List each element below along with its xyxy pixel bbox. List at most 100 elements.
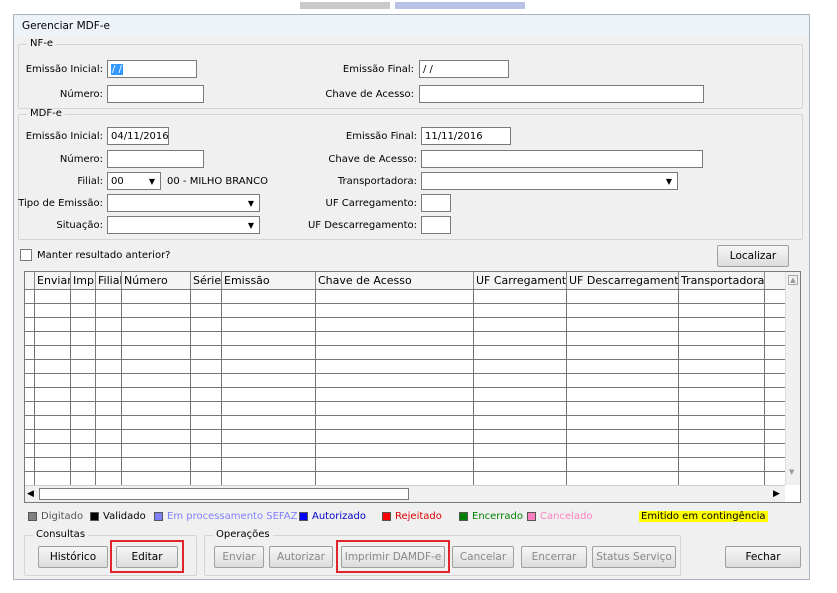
table-row — [25, 401, 785, 402]
blurred-text — [300, 2, 390, 9]
chevron-down-icon[interactable]: ▼ — [662, 174, 676, 188]
table-row — [25, 345, 785, 346]
nfe-emissao-final-label: Emissão Final: — [342, 64, 414, 75]
table-row — [25, 317, 785, 318]
legend-label: Cancelado — [540, 511, 593, 522]
table-row — [25, 457, 785, 458]
legend-item: Emitido em contingência — [639, 511, 768, 522]
grid-column-header[interactable]: Chave de Acesso — [316, 272, 474, 289]
legend-swatch — [382, 512, 391, 521]
status-servico-button[interactable]: Status Serviço — [592, 546, 676, 568]
mdfe-emissao-final-label: Emissão Final: — [345, 131, 417, 142]
vertical-scrollbar[interactable]: ▲ ▼ — [785, 272, 800, 485]
horizontal-scrollbar[interactable]: ◀ ▶ — [25, 485, 785, 502]
legend-item: Digitado — [28, 511, 83, 522]
encerrar-button[interactable]: Encerrar — [521, 546, 587, 568]
legend-label: Encerrado — [472, 511, 523, 522]
grid-column-header[interactable]: UF Descarregamento — [567, 272, 679, 289]
mdfe-results-grid[interactable]: Enviar Imp Filial Número Série Emissão Chave d… — [24, 271, 801, 503]
scroll-up-icon[interactable]: ▲ — [788, 275, 798, 285]
highlight-box-editar — [110, 540, 184, 573]
legend-item: Em processamento SEFAZ — [154, 511, 297, 522]
situacao-select[interactable]: ▼ — [107, 216, 260, 234]
horizontal-scroll-thumb[interactable] — [39, 488, 409, 500]
autorizar-button[interactable]: Autorizar — [269, 546, 333, 568]
filial-name: 00 - MILHO BRANCO — [167, 176, 268, 187]
nfe-numero-input[interactable] — [107, 85, 204, 103]
table-row — [25, 429, 785, 430]
window-title: Gerenciar MDF-e — [22, 20, 111, 32]
legend-label: Rejeitado — [395, 511, 442, 522]
grid-column-header[interactable]: Série — [191, 272, 222, 289]
mdfe-numero-label: Número: — [59, 154, 103, 165]
uf-carregamento-input[interactable] — [421, 194, 451, 212]
fechar-button[interactable]: Fechar — [725, 546, 801, 568]
legend-item: Rejeitado — [382, 511, 442, 522]
cancelar-button[interactable]: Cancelar — [452, 546, 514, 568]
consultas-legend: Consultas — [36, 529, 86, 540]
localizar-button[interactable]: Localizar — [717, 245, 789, 267]
scroll-left-icon[interactable]: ◀ — [27, 489, 34, 499]
grid-column-header[interactable]: Imp — [71, 272, 96, 289]
grid-column-header[interactable]: Enviar — [35, 272, 71, 289]
table-row — [25, 359, 785, 360]
legend-swatch — [28, 512, 37, 521]
background-strip — [0, 0, 837, 13]
legend-item: Cancelado — [527, 511, 592, 522]
legend-label: Emitido em contingência — [639, 511, 768, 522]
table-row — [25, 471, 785, 472]
legend-label: Digitado — [41, 511, 84, 522]
mdfe-emissao-inicial-label: Emissão Inicial: — [25, 131, 103, 142]
mdfe-chave-input[interactable] — [421, 150, 703, 168]
legend-swatch — [459, 512, 468, 521]
grid-column-header[interactable]: Filial — [96, 272, 122, 289]
enviar-button[interactable]: Enviar — [214, 546, 264, 568]
table-row — [25, 373, 785, 374]
historico-button[interactable]: Histórico — [38, 546, 108, 568]
nfe-emissao-inicial-input[interactable]: / / — [107, 60, 197, 78]
scroll-down-icon[interactable]: ▼ — [789, 468, 794, 476]
grid-column-header[interactable]: UF Carregamento — [474, 272, 567, 289]
highlight-box-imprimir — [336, 540, 450, 573]
nfe-chave-label: Chave de Acesso: — [325, 89, 414, 100]
table-row — [25, 443, 785, 444]
situacao-label: Situação: — [56, 220, 103, 231]
scroll-right-icon[interactable]: ▶ — [773, 489, 780, 499]
nfe-emissao-inicial-label: Emissão Inicial: — [25, 64, 103, 75]
grid-column-header[interactable]: Número — [122, 272, 191, 289]
mdfe-legend: MDF-e — [30, 108, 62, 119]
nfe-chave-input[interactable] — [419, 85, 704, 103]
chevron-down-icon[interactable]: ▼ — [244, 196, 258, 210]
legend-label: Autorizado — [312, 511, 366, 522]
uf-descarregamento-input[interactable] — [421, 216, 451, 234]
gerenciar-mdfe-window: Gerenciar MDF-e NF-e Emissão Inicial: / … — [13, 14, 810, 580]
chevron-down-icon[interactable]: ▼ — [145, 174, 159, 188]
legend-item: Autorizado — [299, 511, 366, 522]
chevron-down-icon[interactable]: ▼ — [244, 218, 258, 232]
nfe-emissao-final-input[interactable]: / / — [419, 60, 509, 78]
mdfe-chave-label: Chave de Acesso: — [328, 154, 417, 165]
grid-column-header[interactable]: Transportadora — [679, 272, 765, 289]
grid-column-header[interactable]: Emissão — [222, 272, 316, 289]
legend-item: Validado — [90, 511, 146, 522]
table-row — [25, 331, 785, 332]
checkbox-box[interactable] — [20, 249, 32, 261]
legend-label: Em processamento SEFAZ — [167, 511, 298, 522]
legend-swatch — [299, 512, 308, 521]
tipo-emissao-label: Tipo de Emissão: — [18, 198, 103, 209]
operacoes-legend: Operações — [216, 529, 270, 540]
title-bar: Gerenciar MDF-e — [14, 15, 809, 37]
tipo-emissao-select[interactable]: ▼ — [107, 194, 260, 212]
mdfe-emissao-inicial-input[interactable]: 04/11/2016 — [107, 127, 169, 145]
filial-select[interactable]: 00 ▼ — [107, 172, 161, 190]
transportadora-select[interactable]: ▼ — [421, 172, 678, 190]
legend-swatch — [90, 512, 99, 521]
manter-resultado-checkbox[interactable]: Manter resultado anterior? — [20, 249, 171, 261]
blurred-text — [395, 2, 525, 9]
legend-item: Encerrado — [459, 511, 523, 522]
mdfe-emissao-final-input[interactable]: 11/11/2016 — [421, 127, 511, 145]
uf-descarregamento-label: UF Descarregamento: — [307, 220, 417, 231]
legend-swatch — [527, 512, 536, 521]
nfe-numero-label: Número: — [59, 89, 103, 100]
mdfe-numero-input[interactable] — [107, 150, 204, 168]
